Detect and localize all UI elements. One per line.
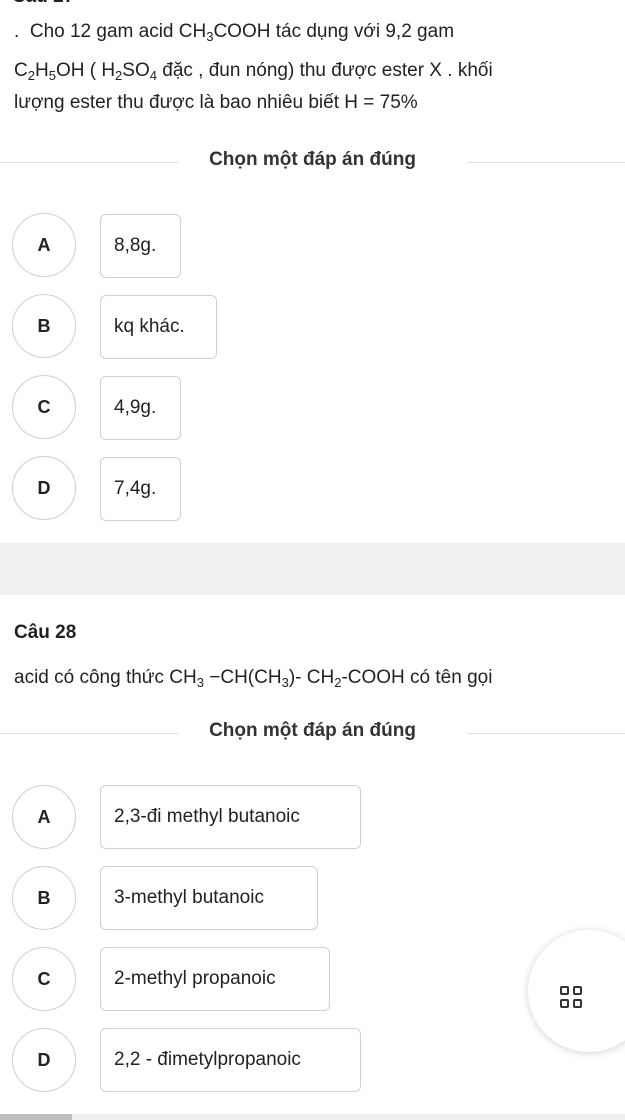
- question-28-title: Câu 28: [14, 622, 77, 643]
- option-answer-d[interactable]: 2,2 - đimetylpropanoic: [100, 1028, 361, 1092]
- grid-icon: [560, 986, 584, 1010]
- option-letter-d[interactable]: D: [12, 1028, 76, 1092]
- question-separator: [0, 543, 625, 595]
- question-27-line-1: . Cho 12 gam acid CH3COOH tác dụng với 9…: [14, 21, 455, 44]
- option-letter-c[interactable]: C: [12, 947, 76, 1011]
- option-letter-d[interactable]: D: [12, 456, 76, 520]
- scroll-progress-fill: [0, 1114, 72, 1120]
- question-grid-button[interactable]: [528, 930, 625, 1052]
- option-answer-b[interactable]: kq khác.: [100, 295, 217, 359]
- question-27-line-3: lượng ester thu được là bao nhiêu biết H…: [14, 92, 418, 113]
- question-28-instruction-row: Chọn một đáp án đúng: [0, 718, 625, 748]
- option-letter-a[interactable]: A: [12, 213, 76, 277]
- option-answer-c[interactable]: 2-methyl propanoic: [100, 947, 330, 1011]
- question-27-line-2: C2H5OH ( H2SO4 đặc , đun nóng) thu được …: [14, 60, 493, 83]
- option-letter-b[interactable]: B: [12, 294, 76, 358]
- question-27-title: Câu 27: [12, 0, 74, 8]
- option-letter-b[interactable]: B: [12, 866, 76, 930]
- question-27-instruction: Chọn một đáp án đúng: [209, 149, 416, 170]
- bullet-dot: .: [14, 21, 30, 42]
- option-letter-c[interactable]: C: [12, 375, 76, 439]
- option-answer-c[interactable]: 4,9g.: [100, 376, 181, 440]
- option-answer-a[interactable]: 2,3-đi methyl butanoic: [100, 785, 361, 849]
- option-letter-a[interactable]: A: [12, 785, 76, 849]
- scroll-progress-bar: [0, 1114, 625, 1120]
- option-answer-d[interactable]: 7,4g.: [100, 457, 181, 521]
- question-28-instruction: Chọn một đáp án đúng: [209, 720, 416, 741]
- option-answer-a[interactable]: 8,8g.: [100, 214, 181, 278]
- question-27-instruction-row: Chọn một đáp án đúng: [0, 147, 625, 177]
- question-28-text: acid có công thức CH3 −CH(CH3)- CH2-COOH…: [14, 667, 493, 690]
- option-answer-b[interactable]: 3-methyl butanoic: [100, 866, 318, 930]
